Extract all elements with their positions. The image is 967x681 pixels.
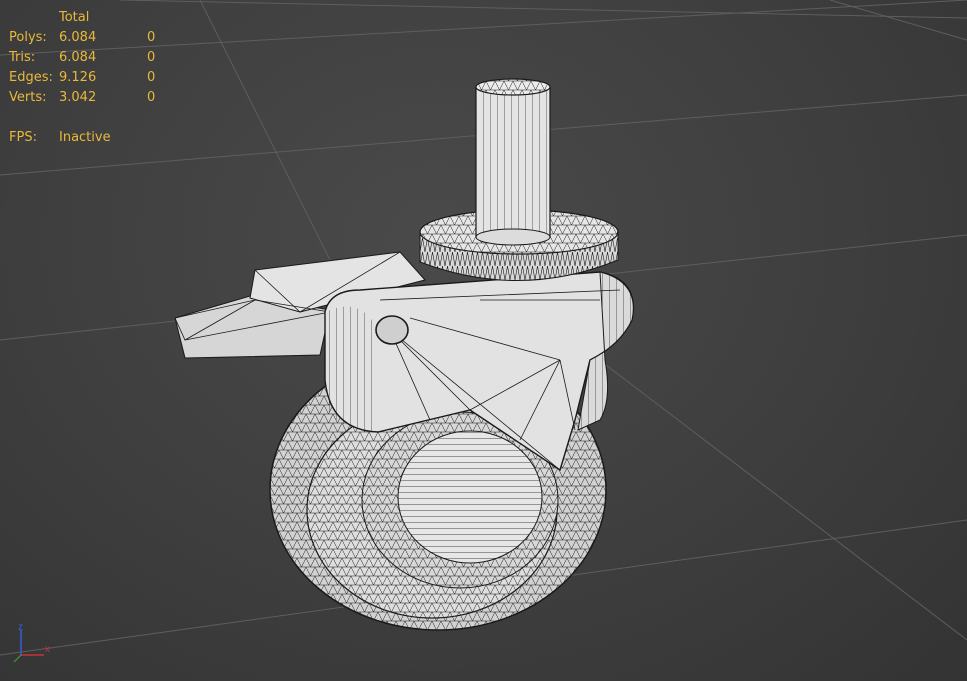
axis-gizmo: x z xyxy=(13,622,50,663)
z-axis-label: z xyxy=(18,622,23,633)
x-axis-label: x xyxy=(45,644,50,655)
y-axis-line xyxy=(13,654,22,663)
viewport[interactable]: Total Polys: 6.084 0 Tris: 6.084 0 Edges… xyxy=(0,0,967,681)
